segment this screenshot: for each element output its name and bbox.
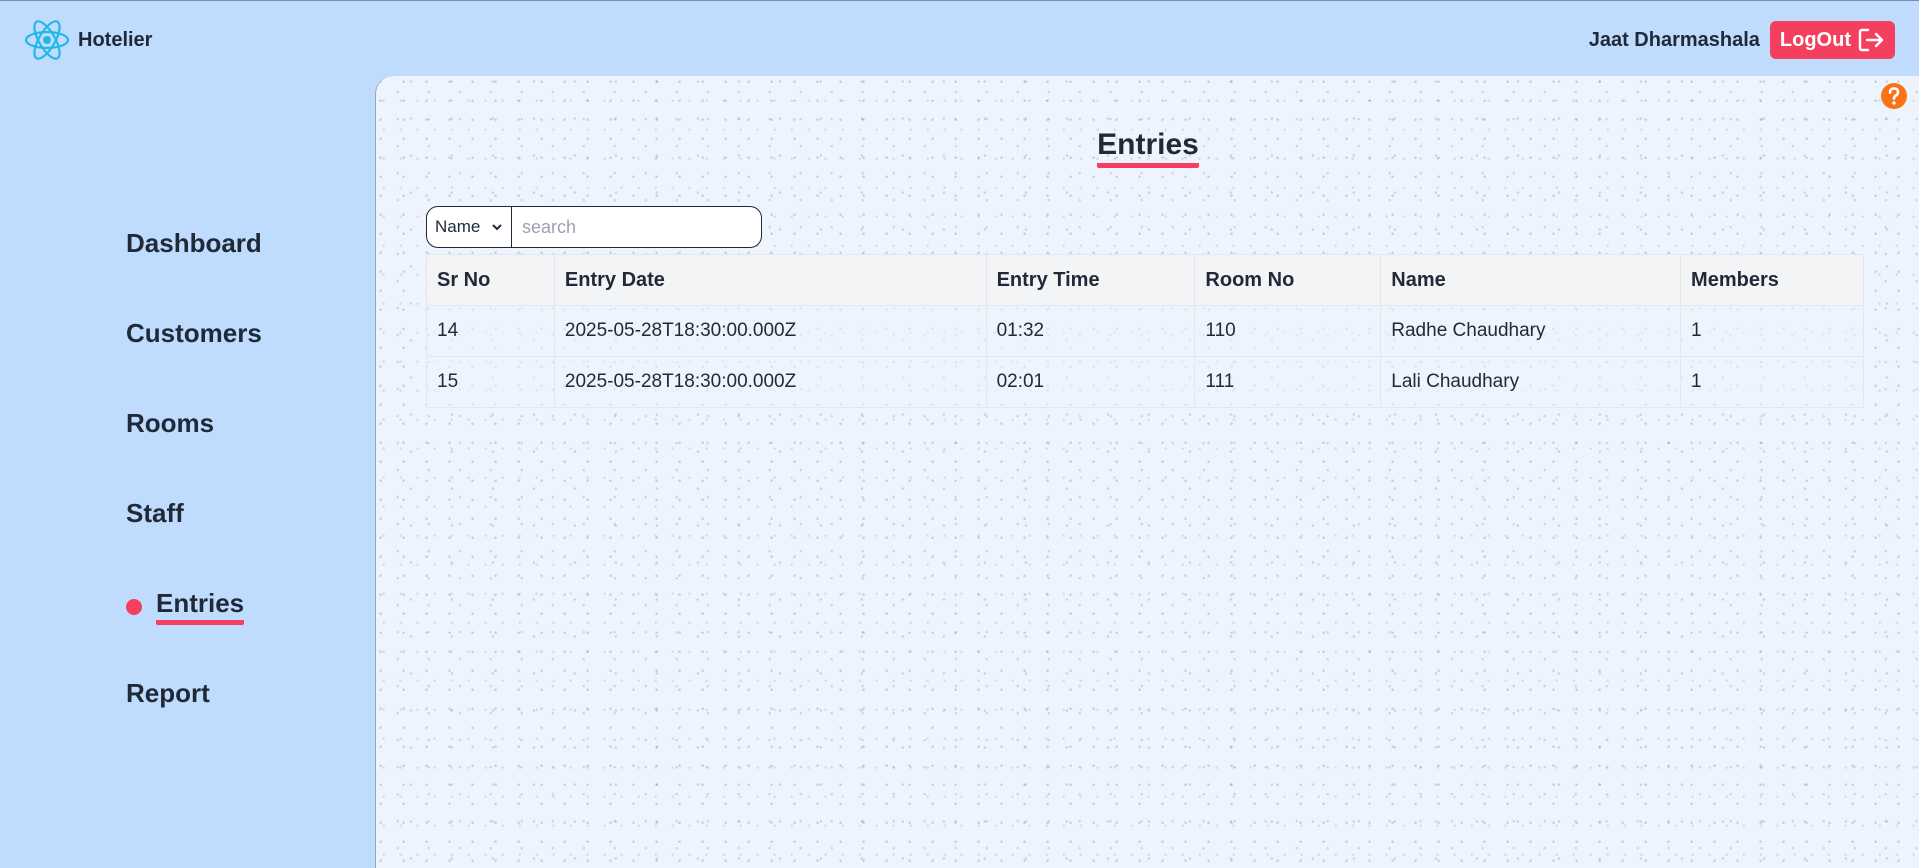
logout-label: LogOut: [1779, 28, 1851, 51]
column-header-members: Members: [1680, 254, 1864, 306]
search-input[interactable]: [512, 206, 762, 248]
cell-entry-time: 01:32: [985, 305, 1196, 357]
logout-button[interactable]: LogOut: [1769, 21, 1895, 59]
chevron-down-icon: [492, 224, 502, 231]
cell-sr-no: 15: [426, 356, 555, 408]
top-bar: Hotelier Jaat Dharmashala LogOut: [0, 0, 1919, 76]
page-title: Entries: [376, 128, 1919, 168]
cell-sr-no: 14: [426, 305, 555, 357]
sidebar-item-label: Customers: [126, 318, 262, 348]
search-filter-value: Name: [435, 217, 481, 236]
table-header-row: Sr No Entry Date Entry Time Room No Name…: [426, 254, 1864, 306]
search-bar: Name: [426, 206, 762, 248]
sidebar-item-label: Rooms: [126, 408, 215, 438]
sidebar-item-staff[interactable]: Staff: [126, 498, 184, 529]
active-indicator-dot: [126, 598, 142, 615]
brand[interactable]: Hotelier: [24, 17, 152, 63]
sidebar-item-dashboard[interactable]: Dashboard: [126, 228, 262, 259]
sidebar-item-label: Report: [126, 678, 210, 708]
search-filter-select[interactable]: Name: [426, 206, 512, 248]
cell-entry-date: 2025-05-28T18:30:00.000Z: [553, 305, 987, 357]
sidebar-item-customers[interactable]: Customers: [126, 318, 262, 349]
sidebar-item-report[interactable]: Report: [126, 678, 210, 709]
sidebar-item-entries[interactable]: Entries: [126, 588, 245, 625]
cell-room-no: 111: [1194, 356, 1382, 408]
main-panel: Entries Name Sr No Entry Date Entry Time…: [375, 76, 1919, 868]
cell-room-no: 110: [1194, 305, 1382, 357]
column-header-entry-date: Entry Date: [553, 254, 987, 306]
user-area: Jaat Dharmashala LogOut: [1589, 21, 1895, 59]
help-icon[interactable]: [1880, 82, 1908, 110]
table-row[interactable]: 15 2025-05-28T18:30:00.000Z 02:01 111 La…: [426, 356, 1864, 408]
react-logo-icon: [24, 20, 70, 60]
page-title-text: Entries: [1097, 128, 1199, 168]
brand-name: Hotelier: [78, 28, 153, 51]
sidebar-item-label: Entries: [156, 588, 245, 625]
logout-icon: [1858, 28, 1884, 52]
sidebar-item-label: Staff: [126, 498, 184, 528]
cell-entry-date: 2025-05-28T18:30:00.000Z: [553, 356, 987, 408]
cell-members: 1: [1680, 356, 1864, 408]
sidebar-item-label: Dashboard: [126, 228, 262, 258]
table-row[interactable]: 14 2025-05-28T18:30:00.000Z 01:32 110 Ra…: [426, 305, 1864, 357]
sidebar: Dashboard Customers Rooms Staff Entries …: [0, 76, 375, 868]
user-name: Jaat Dharmashala: [1588, 28, 1760, 51]
entries-table: Sr No Entry Date Entry Time Room No Name…: [426, 254, 1864, 408]
cell-members: 1: [1680, 305, 1864, 357]
cell-name: Radhe Chaudhary: [1380, 305, 1682, 357]
column-header-name: Name: [1380, 254, 1682, 306]
column-header-entry-time: Entry Time: [985, 254, 1196, 306]
column-header-sr-no: Sr No: [426, 254, 555, 306]
sidebar-item-rooms[interactable]: Rooms: [126, 408, 214, 439]
cell-entry-time: 02:01: [985, 356, 1196, 408]
cell-name: Lali Chaudhary: [1380, 356, 1682, 408]
column-header-room-no: Room No: [1194, 254, 1382, 306]
